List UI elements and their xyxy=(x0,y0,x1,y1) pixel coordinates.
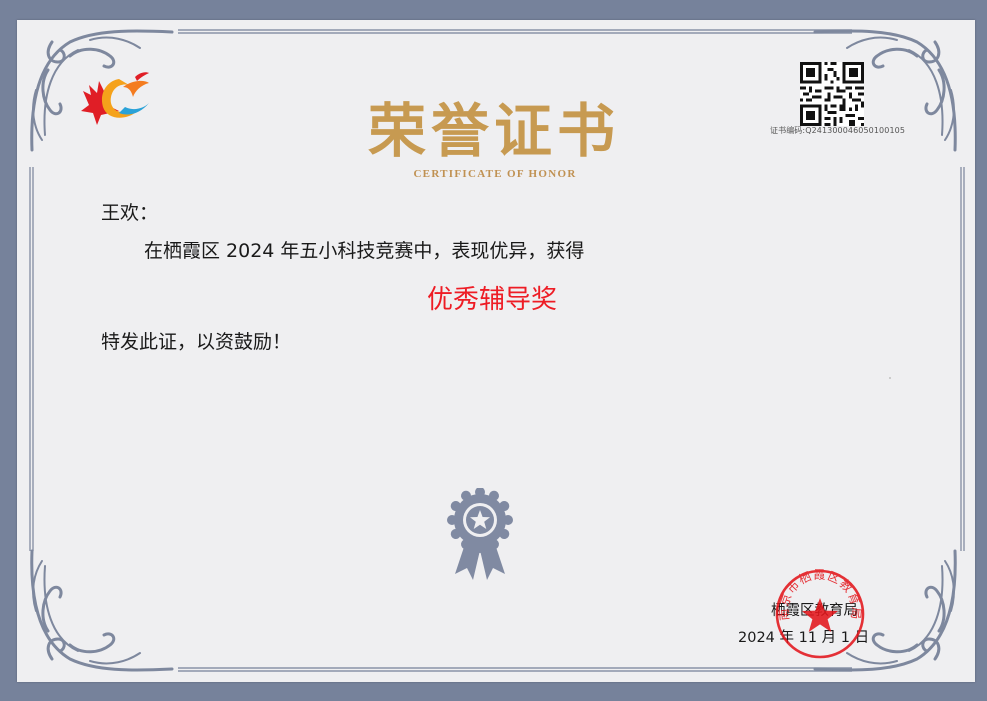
official-red-seal: 南京市栖霞区教育局 xyxy=(776,568,865,659)
corner-ornament-bottom-left xyxy=(30,549,174,672)
certificate-number: 证书编码:Q2413000460501001​05 xyxy=(770,126,906,135)
award-name: 优秀辅导奖 xyxy=(427,285,558,315)
closing-text: 特发此证，以资鼓励！ xyxy=(101,331,292,353)
award-rosette-star-icon xyxy=(447,488,513,580)
certificate-body-text: 在栖霞区 2024 年五小科技竞赛中，表现优异，获得 xyxy=(144,240,585,262)
recipient-name: 王欢： xyxy=(101,202,159,224)
certificate-subtitle: CERTIFICATE OF HONOR xyxy=(413,168,577,180)
paper-speck xyxy=(889,377,891,379)
qr-code xyxy=(800,62,864,126)
